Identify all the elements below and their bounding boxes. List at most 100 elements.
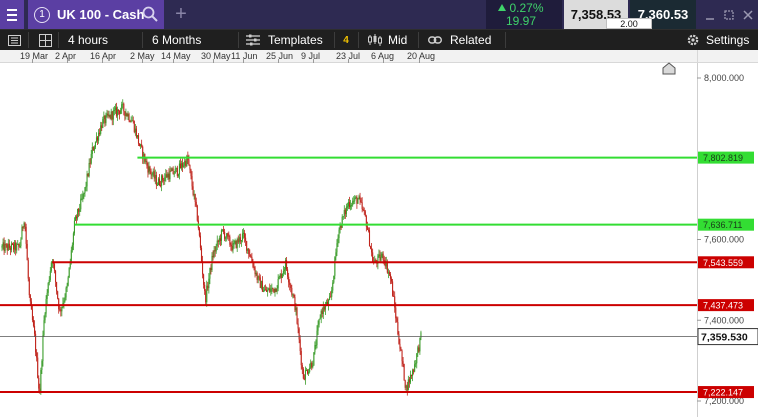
candle-body: [366, 226, 368, 230]
candle-body: [84, 187, 86, 194]
candle-body: [349, 202, 351, 208]
candle-body: [219, 238, 221, 241]
candle-body: [231, 246, 233, 251]
candle-body: [2, 242, 4, 246]
templates-count-badge: 4: [340, 30, 352, 50]
candle-body: [368, 230, 371, 247]
date-axis-label: 11 Jun: [231, 51, 258, 61]
candle-body: [399, 343, 401, 349]
candle-body: [92, 147, 94, 151]
candle-body: [108, 114, 110, 116]
candle-body: [24, 223, 26, 227]
candles-icon: [368, 34, 382, 46]
templates-button[interactable]: Templates: [246, 30, 323, 50]
candle-body: [9, 247, 11, 250]
gear-icon: [687, 34, 699, 46]
related-button[interactable]: Related: [428, 30, 491, 50]
candle-body: [413, 370, 415, 372]
candle-body: [362, 208, 364, 211]
candle-body: [176, 167, 178, 176]
candle-body: [70, 250, 72, 262]
candle-body: [183, 165, 185, 167]
candle-body: [177, 174, 179, 176]
chart-toolbar: 4 hours 6 Months Templates 4 Mid Related…: [0, 29, 758, 50]
candle-body: [273, 288, 275, 293]
candle-body: [239, 237, 241, 242]
candle-body: [317, 324, 319, 331]
date-axis-label: 30 May: [201, 51, 231, 61]
price-chart[interactable]: 8,000.000 7,600.000 7,400.000 7,200.000 7,80…: [0, 63, 758, 417]
candle-body: [283, 269, 285, 271]
panels-button[interactable]: [4, 30, 24, 50]
candle-body: [382, 253, 384, 260]
maximize-icon[interactable]: [723, 9, 735, 21]
candle-body: [113, 110, 115, 112]
level-label: 7,636.711: [703, 220, 742, 230]
candle-body: [346, 206, 348, 208]
candle-body: [419, 337, 421, 352]
candle-body: [274, 288, 276, 293]
candlestick-chart[interactable]: 8,000.0007,600.0007,400.0007,200.0007,80…: [0, 63, 758, 417]
candle-body: [272, 287, 274, 289]
settings-label: Settings: [706, 33, 750, 47]
candle-body: [292, 294, 294, 296]
candle-body: [220, 230, 222, 241]
candle-body: [389, 274, 392, 279]
candle-body: [261, 281, 263, 292]
candle-body: [168, 173, 170, 180]
candle-body: [388, 272, 390, 275]
candle-body: [55, 270, 57, 282]
candle-body: [115, 107, 117, 116]
price-type-select[interactable]: Mid: [368, 30, 407, 50]
period-select[interactable]: 6 Months: [152, 30, 201, 50]
candle-body: [120, 110, 122, 114]
settings-button[interactable]: Settings: [686, 30, 749, 50]
instrument-tab[interactable]: 1 UK 100 - Cash: [28, 0, 164, 29]
candle-body: [244, 232, 246, 238]
candle-body: [238, 237, 240, 243]
candle-body: [188, 159, 190, 166]
candle-body: [357, 199, 359, 204]
interval-select[interactable]: 4 hours: [68, 30, 108, 50]
candle-body: [299, 339, 301, 352]
candle-body: [155, 175, 157, 186]
candle-body: [221, 229, 224, 231]
candle-body: [123, 103, 125, 112]
candle-body: [257, 276, 259, 280]
search-icon[interactable]: [142, 6, 158, 22]
candle-body: [275, 288, 277, 292]
candle-body: [304, 370, 306, 380]
candle-body: [226, 233, 228, 238]
minimize-icon[interactable]: [704, 9, 716, 21]
menu-button[interactable]: [0, 0, 24, 29]
candle-body: [193, 193, 195, 195]
candle-body: [253, 266, 255, 268]
candle-body: [85, 186, 87, 188]
layout-button[interactable]: [36, 30, 54, 50]
candle-body: [352, 200, 354, 205]
candle-body: [132, 120, 134, 122]
candle-body: [405, 385, 407, 388]
candle-body: [351, 204, 353, 206]
candle-body: [44, 313, 46, 321]
candle-body: [345, 206, 347, 215]
candle-body: [358, 196, 360, 200]
candle-body: [270, 289, 272, 292]
candle-body: [36, 352, 38, 358]
candle-body: [331, 290, 333, 297]
candle-body: [156, 184, 158, 186]
candle-body: [402, 361, 404, 365]
level-label: 7,222.147: [703, 388, 743, 398]
candle-body: [334, 257, 336, 276]
candle-body: [322, 306, 324, 314]
candle-body: [225, 237, 227, 239]
candle-body: [247, 248, 249, 251]
candle-body: [40, 369, 42, 393]
close-icon[interactable]: [742, 9, 754, 21]
candle-body: [56, 281, 58, 292]
add-tab-button[interactable]: +: [170, 0, 192, 29]
price-type-label: Mid: [388, 33, 408, 47]
candle-body: [86, 173, 88, 187]
candle-body: [387, 272, 389, 274]
candle-body: [185, 160, 187, 166]
